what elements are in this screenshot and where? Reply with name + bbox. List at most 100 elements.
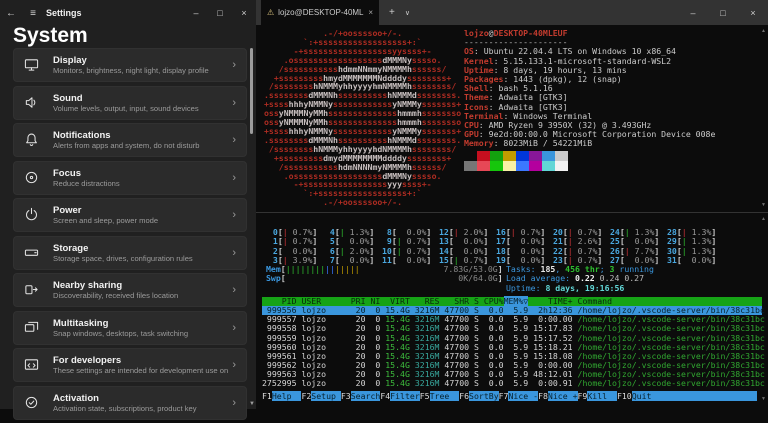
settings-item-subtitle: Screen and sleep, power mode: [53, 216, 159, 225]
fkey-f1[interactable]: F1: [262, 391, 272, 401]
settings-item-subtitle: Reduce distractions: [53, 178, 120, 188]
menu-icon[interactable]: ≡: [22, 8, 44, 19]
power-icon: [24, 207, 40, 223]
palette-swatch: [477, 161, 490, 171]
settings-scroll-down-icon[interactable]: ▼: [249, 401, 255, 407]
pane-divider[interactable]: [256, 212, 768, 213]
settings-item-sound[interactable]: Sound Volume levels, output, input, sound…: [13, 85, 247, 120]
fkey-label-filter[interactable]: Filter: [390, 391, 420, 401]
tab-close-icon[interactable]: ×: [368, 8, 373, 17]
chevron-right-icon: ›: [232, 321, 236, 334]
settings-item-display[interactable]: Display Monitors, brightness, night light…: [13, 48, 247, 82]
settings-titlebar: ← ≡ Settings – □ ×: [0, 0, 256, 26]
settings-item-multitasking[interactable]: Multitasking Snap windows, desktops, task…: [13, 310, 247, 345]
palette-swatch: [555, 161, 568, 171]
fkey-f6[interactable]: F6: [459, 391, 469, 401]
focus-icon: [24, 170, 40, 186]
display-icon: [24, 57, 40, 73]
notifications-icon: [24, 132, 40, 148]
palette-swatch: [503, 161, 516, 171]
settings-item-title: Display: [53, 55, 87, 66]
settings-item-notifications[interactable]: Notifications Alerts from apps and system…: [13, 123, 247, 157]
settings-item-activation[interactable]: Activation Activation state, subscription…: [13, 385, 247, 420]
settings-item-subtitle: Activation state, subscriptions, product…: [53, 403, 197, 413]
settings-window-controls: – □ ×: [184, 8, 256, 18]
palette-swatch: [555, 151, 568, 161]
new-tab-button[interactable]: +: [389, 7, 395, 18]
chevron-right-icon: ›: [232, 96, 236, 109]
multitasking-icon: [24, 320, 40, 336]
htop-swap-meter: Swp[ 0K/64.0G]: [266, 273, 503, 284]
maximize-button[interactable]: □: [708, 8, 738, 18]
settings-item-nearby-sharing[interactable]: Nearby sharing Discoverability, received …: [13, 273, 247, 307]
fkey-label-search[interactable]: Search: [350, 391, 381, 401]
maximize-button[interactable]: □: [208, 8, 232, 18]
palette-swatch: [542, 161, 555, 171]
chevron-right-icon: ›: [232, 246, 236, 259]
palette-swatch: [529, 161, 542, 171]
palette-swatch: [503, 151, 516, 161]
settings-item-title: For developers: [53, 355, 122, 366]
process-row[interactable]: 2752995 lojzo 20 0 15.4G 3216M 47700 S 0…: [262, 379, 765, 388]
terminal-tab[interactable]: ⚠ lojzo@DESKTOP-40MLEL ×: [261, 0, 379, 25]
fkey-f2[interactable]: F2: [301, 391, 311, 401]
settings-item-subtitle: Alerts from apps and system, do not dist…: [53, 141, 200, 150]
palette-swatch: [464, 161, 477, 171]
settings-item-focus[interactable]: Focus Reduce distractions ›: [13, 160, 247, 195]
htop-process-table: PID USER PRI NI VIRT RES SHR S CPU%MEM%▽…: [262, 296, 765, 389]
terminal-window: ⚠ lojzo@DESKTOP-40MLEL × + ∨ – □ × .-/+o…: [256, 0, 768, 409]
activation-icon: [24, 395, 40, 411]
back-icon[interactable]: ←: [0, 8, 22, 19]
settings-item-storage[interactable]: Storage Storage space, drives, configurat…: [13, 235, 247, 270]
chevron-right-icon: ›: [232, 396, 236, 409]
scroll-up-icon[interactable]: ▲: [761, 28, 766, 34]
sound-icon: [24, 95, 40, 111]
palette-swatch: [464, 151, 477, 161]
settings-item-subtitle: These settings are intended for developm…: [53, 366, 229, 375]
settings-item-title: Power: [53, 205, 82, 216]
fkey-f7[interactable]: F7: [499, 391, 509, 401]
settings-scrollbar-thumb[interactable]: [250, 48, 253, 134]
page-title: System: [13, 24, 88, 47]
chevron-right-icon: ›: [232, 59, 236, 71]
fkey-label-setup[interactable]: Setup: [311, 391, 341, 401]
fkey-f5[interactable]: F5: [420, 391, 430, 401]
palette-swatch: [490, 161, 503, 171]
fkey-label-sortby[interactable]: SortBy: [469, 391, 499, 401]
scroll-down-icon[interactable]: ▼: [761, 396, 766, 402]
settings-window: ← ≡ Settings – □ × System Display Monitor…: [0, 0, 256, 420]
chevron-right-icon: ›: [232, 134, 236, 146]
nearby-sharing-icon: [24, 282, 40, 298]
terminal-window-controls: – □ ×: [678, 8, 768, 18]
fkey-label-quit[interactable]: Quit: [631, 391, 662, 401]
fkey-label-tree[interactable]: Tree: [429, 391, 460, 401]
chevron-right-icon: ›: [232, 209, 236, 221]
scroll-up-icon[interactable]: ▲: [761, 216, 766, 222]
terminal-tab-title: lojzo@DESKTOP-40MLEL: [278, 8, 365, 17]
fkey-f9[interactable]: F9: [578, 391, 588, 401]
close-button[interactable]: ×: [738, 8, 768, 18]
fkey-f4[interactable]: F4: [380, 391, 390, 401]
settings-item-power[interactable]: Power Screen and sleep, power mode ›: [13, 198, 247, 232]
settings-item-title: Activation: [53, 392, 99, 404]
fkey-f8[interactable]: F8: [538, 391, 548, 401]
tab-dropdown-icon[interactable]: ∨: [405, 9, 410, 17]
minimize-button[interactable]: –: [678, 8, 708, 18]
fkey-label-kill[interactable]: Kill: [587, 391, 617, 401]
close-button[interactable]: ×: [232, 8, 256, 18]
settings-item-for-developers[interactable]: For developers These settings are intende…: [13, 348, 247, 382]
fkey-label-help[interactable]: Help: [271, 391, 302, 401]
fkey-label-nice[interactable]: Nice -: [508, 391, 539, 401]
fkey-f10[interactable]: F10: [617, 391, 632, 401]
chevron-right-icon: ›: [232, 171, 236, 184]
admin-warning-icon: ⚠: [267, 8, 275, 17]
fkey-f3[interactable]: F3: [341, 391, 351, 401]
settings-item-title: Storage: [53, 242, 89, 254]
chevron-right-icon: ›: [232, 359, 236, 371]
fkey-label-nice[interactable]: Nice +: [547, 391, 578, 401]
cpu-meter-31: 31[ 0.0%]: [667, 254, 717, 265]
settings-item-subtitle: Monitors, brightness, night light, displ…: [53, 66, 209, 75]
palette-swatch: [490, 151, 503, 161]
scroll-down-icon[interactable]: ▼: [761, 202, 766, 208]
minimize-button[interactable]: –: [184, 8, 208, 18]
